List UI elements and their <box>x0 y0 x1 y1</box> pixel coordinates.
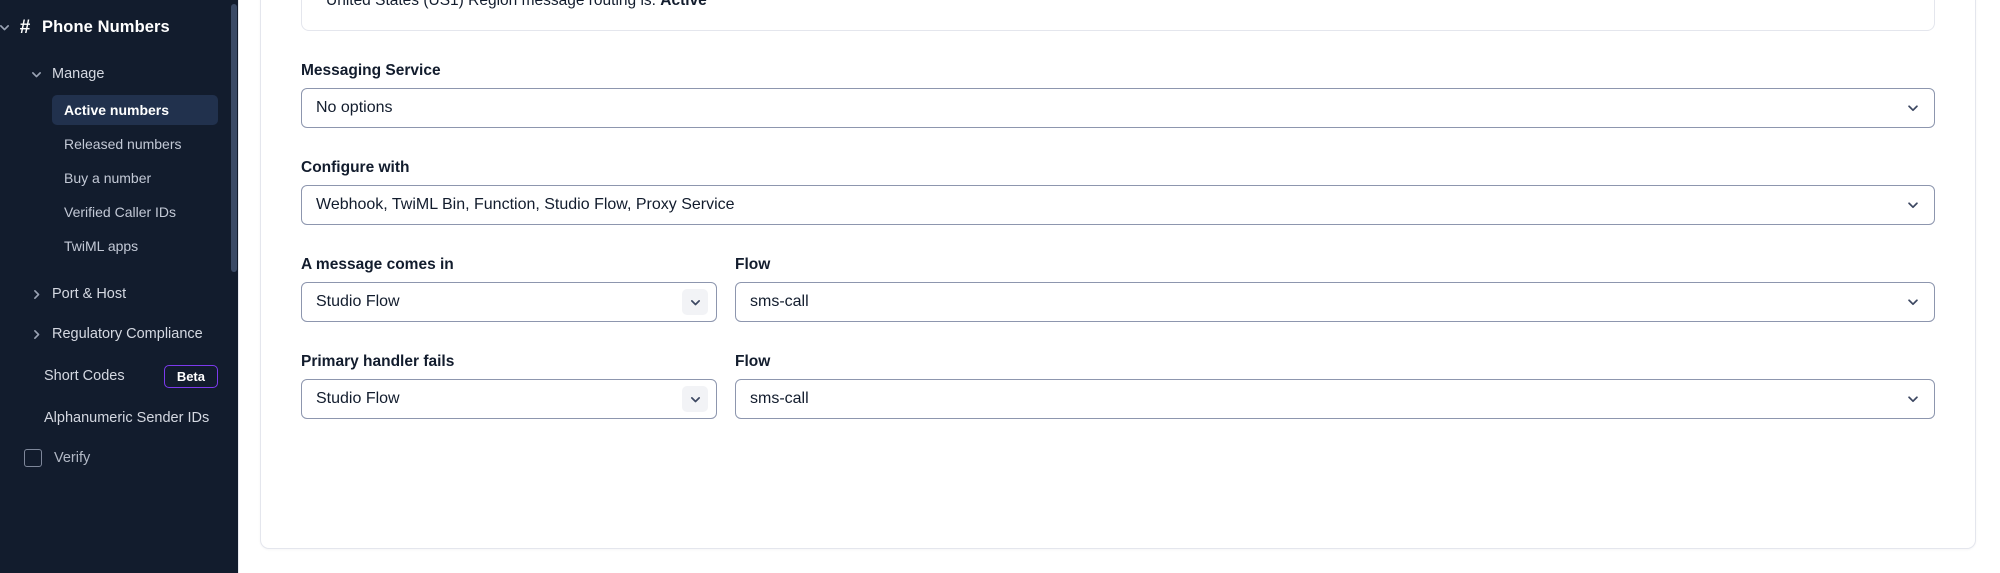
messaging-service-select[interactable]: No options <box>301 88 1935 128</box>
sidebar-group-label: Manage <box>52 66 105 82</box>
sidebar-item-twiml-apps[interactable]: TwiML apps <box>52 231 218 261</box>
sidebar: # Phone Numbers Manage Active numbers Re… <box>0 0 238 573</box>
sidebar-group-manage[interactable]: Manage <box>0 57 238 91</box>
chevron-down-icon[interactable] <box>682 386 708 412</box>
sidebar-scrollbar-thumb[interactable] <box>231 4 237 272</box>
sidebar-item-buy-a-number[interactable]: Buy a number <box>52 163 218 193</box>
divider <box>238 0 239 573</box>
chevron-down-icon[interactable] <box>30 68 52 81</box>
chevron-down-icon[interactable] <box>1900 289 1926 315</box>
sidebar-group-port-and-host[interactable]: Port & Host <box>0 277 238 311</box>
sidebar-title: Phone Numbers <box>42 17 170 36</box>
sidebar-item-label: Buy a number <box>64 170 152 186</box>
sidebar-group-label: Port & Host <box>52 286 127 302</box>
primary-handler-fails-select[interactable]: Studio Flow <box>301 379 717 419</box>
chevron-down-icon[interactable] <box>1900 192 1926 218</box>
field-label: A message comes in <box>301 256 454 273</box>
field-primary-handler-fails-flow: Flow sms-call <box>735 353 1935 419</box>
field-configure-with: Configure with Webhook, TwiML Bin, Funct… <box>301 159 1935 225</box>
sidebar-item-short-codes[interactable]: Short Codes Beta <box>0 359 238 393</box>
chevron-down-icon[interactable] <box>1900 95 1926 121</box>
chevron-right-icon[interactable] <box>30 288 52 301</box>
field-messaging-service: Messaging Service No options <box>301 62 1935 128</box>
checkbox-icon <box>24 449 42 467</box>
field-label: Messaging Service <box>301 62 441 79</box>
field-label: Flow <box>735 353 771 370</box>
sidebar-item-active-numbers[interactable]: Active numbers <box>52 95 218 125</box>
chevron-down-icon[interactable] <box>1900 386 1926 412</box>
sidebar-item-label: Released numbers <box>64 136 182 152</box>
field-a-message-comes-in: A message comes in Studio Flow <box>301 256 717 322</box>
select-value: Studio Flow <box>316 390 400 407</box>
sidebar-item-released-numbers[interactable]: Released numbers <box>52 129 218 159</box>
field-message-comes-in-flow: Flow sms-call <box>735 256 1935 322</box>
settings-panel: Routing Regional U <box>260 0 1976 549</box>
message-comes-in-flow-select[interactable]: sms-call <box>735 282 1935 322</box>
sidebar-item-label: Short Codes <box>44 368 125 384</box>
sidebar-group-regulatory-compliance[interactable]: Regulatory Compliance <box>0 317 238 351</box>
sidebar-item-verify[interactable]: Verify <box>0 441 238 475</box>
select-value: sms-call <box>750 390 809 407</box>
select-value: sms-call <box>750 293 809 310</box>
app-root: # Phone Numbers Manage Active numbers Re… <box>0 0 2000 573</box>
select-value: Webhook, TwiML Bin, Function, Studio Flo… <box>316 196 735 213</box>
row-message-comes-in: A message comes in Studio Flow Flow sms-… <box>301 256 1935 322</box>
hash-icon: # <box>19 16 31 38</box>
field-label: Configure with <box>301 159 410 176</box>
routing-description: United States (US1) Region message routi… <box>326 0 1910 10</box>
chevron-right-icon[interactable] <box>30 328 52 341</box>
sidebar-item-label: Verified Caller IDs <box>64 204 177 220</box>
sidebar-item-label: TwiML apps <box>64 238 139 254</box>
sidebar-group-label: Regulatory Compliance <box>52 326 203 342</box>
routing-description-value: Active <box>660 0 707 9</box>
beta-badge: Beta <box>163 364 218 388</box>
row-primary-handler-fails: Primary handler fails Studio Flow Flow s… <box>301 353 1935 419</box>
select-value: Studio Flow <box>316 293 400 310</box>
sidebar-item-label: Alphanumeric Sender IDs <box>44 410 210 426</box>
sidebar-item-verified-caller-ids[interactable]: Verified Caller IDs <box>52 197 218 227</box>
panel-inner: Routing Regional U <box>301 0 1935 548</box>
sidebar-item-label: Active numbers <box>64 102 170 118</box>
configure-with-select[interactable]: Webhook, TwiML Bin, Function, Studio Flo… <box>301 185 1935 225</box>
sidebar-header[interactable]: # Phone Numbers <box>0 0 238 54</box>
select-value: No options <box>316 99 393 116</box>
field-label: Primary handler fails <box>301 353 455 370</box>
sidebar-item-alphanumeric-sender-ids[interactable]: Alphanumeric Sender IDs <box>0 401 238 435</box>
main-content: Routing Regional U <box>238 0 2000 573</box>
a-message-comes-in-select[interactable]: Studio Flow <box>301 282 717 322</box>
sidebar-item-label: Verify <box>54 450 91 466</box>
routing-description-prefix: United States (US1) Region message routi… <box>326 0 661 9</box>
field-label: Flow <box>735 256 771 273</box>
field-primary-handler-fails: Primary handler fails Studio Flow <box>301 353 717 419</box>
chevron-down-icon[interactable] <box>0 21 14 34</box>
routing-card: Routing Regional U <box>301 0 1935 31</box>
chevron-down-icon[interactable] <box>682 289 708 315</box>
primary-handler-fails-flow-select[interactable]: sms-call <box>735 379 1935 419</box>
